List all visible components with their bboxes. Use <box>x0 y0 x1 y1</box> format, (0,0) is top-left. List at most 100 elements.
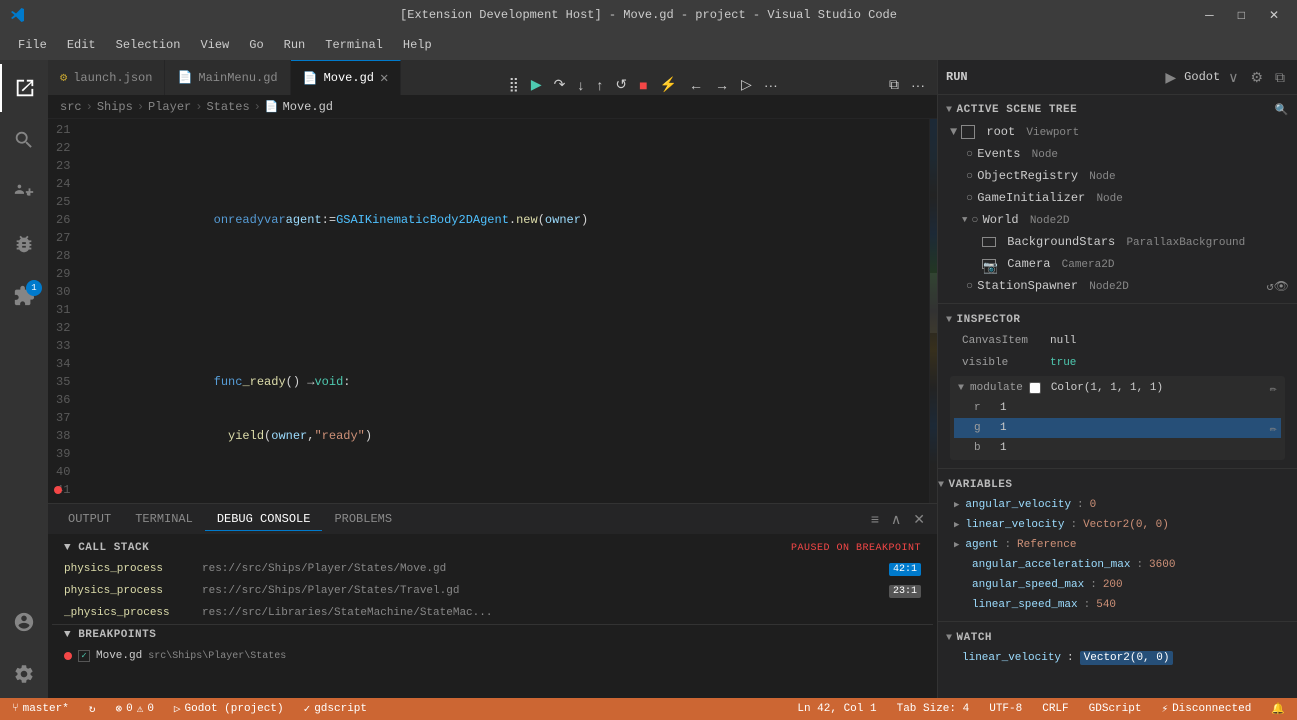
tab-terminal[interactable]: TERMINAL <box>123 508 205 531</box>
menu-help[interactable]: Help <box>395 34 440 56</box>
tab-debug-console[interactable]: DEBUG CONSOLE <box>205 508 323 531</box>
var-expand-angular[interactable]: ▶ <box>954 500 959 510</box>
debug-more-btn[interactable]: ··· <box>760 75 782 95</box>
debug-step-over-btn[interactable]: ↷ <box>550 74 570 95</box>
tree-stationspawner-refresh[interactable]: ↺ <box>1267 279 1274 294</box>
close-button[interactable]: ✕ <box>1261 6 1287 24</box>
menu-selection[interactable]: Selection <box>108 34 189 56</box>
call-stack-row-1[interactable]: physics_process res://src/Ships/Player/S… <box>52 580 933 602</box>
run-start-btn[interactable]: ▶ <box>1161 67 1180 88</box>
activity-explorer[interactable] <box>0 64 48 112</box>
status-disconnected[interactable]: ⚡ Disconnected <box>1157 702 1255 716</box>
call-stack-fn-1: physics_process <box>64 585 194 597</box>
breadcrumb-file-icon: 📄 <box>265 100 279 114</box>
breakpoint-checkbox[interactable]: ✓ <box>78 650 90 662</box>
status-language[interactable]: GDScript <box>1085 702 1146 716</box>
debug-hot-exit-btn[interactable]: ⚡ <box>656 74 681 95</box>
menu-go[interactable]: Go <box>241 34 271 56</box>
debug-continue-btn[interactable]: ▶ <box>527 74 546 95</box>
status-encoding[interactable]: UTF-8 <box>985 702 1026 716</box>
status-line-ending[interactable]: CRLF <box>1038 702 1072 716</box>
tree-node-gameinitializer[interactable]: ○ GameInitializer Node <box>946 187 1289 209</box>
debug-restart-btn[interactable]: ↺ <box>611 74 631 95</box>
minimap-viewport[interactable] <box>930 273 937 333</box>
run-dropdown-btn[interactable]: ∨ <box>1224 67 1242 88</box>
minimize-button[interactable]: ─ <box>1197 6 1222 24</box>
menu-file[interactable]: File <box>10 34 55 56</box>
activity-search[interactable] <box>0 116 48 164</box>
status-godot-debug[interactable]: ▷ Godot (project) <box>170 702 288 716</box>
inspector-header[interactable]: ▼ INSPECTOR <box>946 310 1289 330</box>
split-editor-btn[interactable]: ⧉ <box>885 74 903 95</box>
code-editor[interactable]: 21 22 23 24 25 26 27 28 29 30 31 32 33 3… <box>48 119 937 503</box>
tab-move-gd[interactable]: 📄 Move.gd ✕ <box>291 60 402 95</box>
editor-more-btn[interactable]: ··· <box>907 75 929 95</box>
inspector-edit-btn[interactable]: ✏ <box>1270 381 1277 396</box>
variables-header[interactable]: ▼ VARIABLES <box>938 475 1297 495</box>
tab-problems[interactable]: PROBLEMS <box>322 508 404 531</box>
inspector-g-row[interactable]: g 1 ✏ <box>954 418 1281 438</box>
debug-forward-btn[interactable]: → <box>711 75 733 95</box>
tree-stationspawner-eye[interactable]: 👁 <box>1274 279 1289 294</box>
breadcrumb-move-gd[interactable]: Move.gd <box>283 100 333 114</box>
status-errors[interactable]: ⊗ 0 ⚠ 0 <box>111 702 157 716</box>
tree-node-stationspawner[interactable]: ○ StationSpawner Node2D ↺ 👁 <box>946 275 1289 297</box>
status-notifications[interactable]: 🔔 <box>1267 702 1289 716</box>
inspector-visible-value: true <box>1050 357 1281 369</box>
debug-layout-btn[interactable]: ⣿ <box>505 74 523 95</box>
breadcrumb-src[interactable]: src <box>60 100 82 114</box>
activity-accounts[interactable] <box>0 598 48 646</box>
watch-header[interactable]: ▼ WATCH <box>946 628 1289 648</box>
var-row-linear-speed: linear_speed_max : 540 <box>938 595 1297 615</box>
run-settings-btn[interactable]: ⚙ <box>1246 67 1267 88</box>
breadcrumb-player[interactable]: Player <box>148 100 191 114</box>
tree-node-events[interactable]: ○ Events Node <box>946 143 1289 165</box>
menu-run[interactable]: Run <box>276 34 314 56</box>
inspector-g-edit[interactable]: ✏ <box>1270 421 1277 436</box>
tree-node-camera[interactable]: 📷 Camera Camera2D <box>946 253 1289 275</box>
tree-node-objectregistry[interactable]: ○ ObjectRegistry Node <box>946 165 1289 187</box>
panel-close-btn[interactable]: ✕ <box>909 509 929 530</box>
debug-step-out-btn[interactable]: ↑ <box>592 75 607 95</box>
tab-launch-json[interactable]: ⚙ launch.json <box>48 60 165 95</box>
maximize-button[interactable]: □ <box>1230 6 1253 24</box>
tree-node-bgstars[interactable]: BackgroundStars ParallaxBackground <box>946 231 1289 253</box>
inspector-modulate-section: ▼ modulate Color(1, 1, 1, 1) ✏ r 1 g <box>950 376 1285 460</box>
editor-main: 21 22 23 24 25 26 27 28 29 30 31 32 33 3… <box>48 119 937 698</box>
tab-output[interactable]: OUTPUT <box>56 508 123 531</box>
call-stack-row-2[interactable]: _physics_process res://src/Libraries/Sta… <box>52 602 933 624</box>
debug-back-btn[interactable]: ← <box>685 75 707 95</box>
menu-terminal[interactable]: Terminal <box>317 34 391 56</box>
tab-mainmenu[interactable]: 📄 MainMenu.gd <box>165 60 290 95</box>
var-expand-linear[interactable]: ▶ <box>954 520 959 530</box>
call-stack-row-0[interactable]: physics_process res://src/Ships/Player/S… <box>52 558 933 580</box>
activity-settings[interactable] <box>0 650 48 698</box>
status-sync[interactable]: ↻ <box>85 702 100 716</box>
run-collapse-btn[interactable]: ⧉ <box>1271 67 1289 88</box>
status-line-col[interactable]: Ln 42, Col 1 <box>793 702 880 716</box>
menu-edit[interactable]: Edit <box>59 34 104 56</box>
tree-node-world[interactable]: ▼ ○ World Node2D <box>946 209 1289 231</box>
status-branch[interactable]: ⑂ master* <box>8 703 73 715</box>
panel-filter-btn[interactable]: ≡ <box>867 509 883 530</box>
var-expand-agent[interactable]: ▶ <box>954 540 959 550</box>
menu-view[interactable]: View <box>192 34 237 56</box>
debug-play-btn[interactable]: ▷ <box>737 74 756 95</box>
breakpoint-row-0[interactable]: ✓ Move.gd src\Ships\Player\States <box>52 645 933 667</box>
breadcrumb-states[interactable]: States <box>206 100 249 114</box>
var-val-angular-accel: 3600 <box>1149 559 1175 571</box>
inspector-expand-arrow[interactable]: ▼ <box>958 383 964 394</box>
activity-source-control[interactable] <box>0 168 48 216</box>
scene-tree-search-icon[interactable]: 🔍 <box>1275 103 1289 117</box>
panel-collapse-btn[interactable]: ∧ <box>887 509 905 530</box>
status-tab-size[interactable]: Tab Size: 4 <box>893 702 974 716</box>
activity-debug[interactable] <box>0 220 48 268</box>
debug-stop-btn[interactable]: ■ <box>635 75 651 95</box>
breadcrumb-ships[interactable]: Ships <box>97 100 133 114</box>
tree-node-root[interactable]: ▼ root Viewport <box>946 121 1289 143</box>
activity-extensions[interactable]: 1 <box>0 272 48 320</box>
status-gdscript[interactable]: ✓ gdscript <box>300 702 371 716</box>
tab-close-move[interactable]: ✕ <box>380 70 388 87</box>
scene-tree-header[interactable]: ▼ ACTIVE SCENE TREE 🔍 <box>946 99 1289 121</box>
debug-step-into-btn[interactable]: ↓ <box>573 75 588 95</box>
